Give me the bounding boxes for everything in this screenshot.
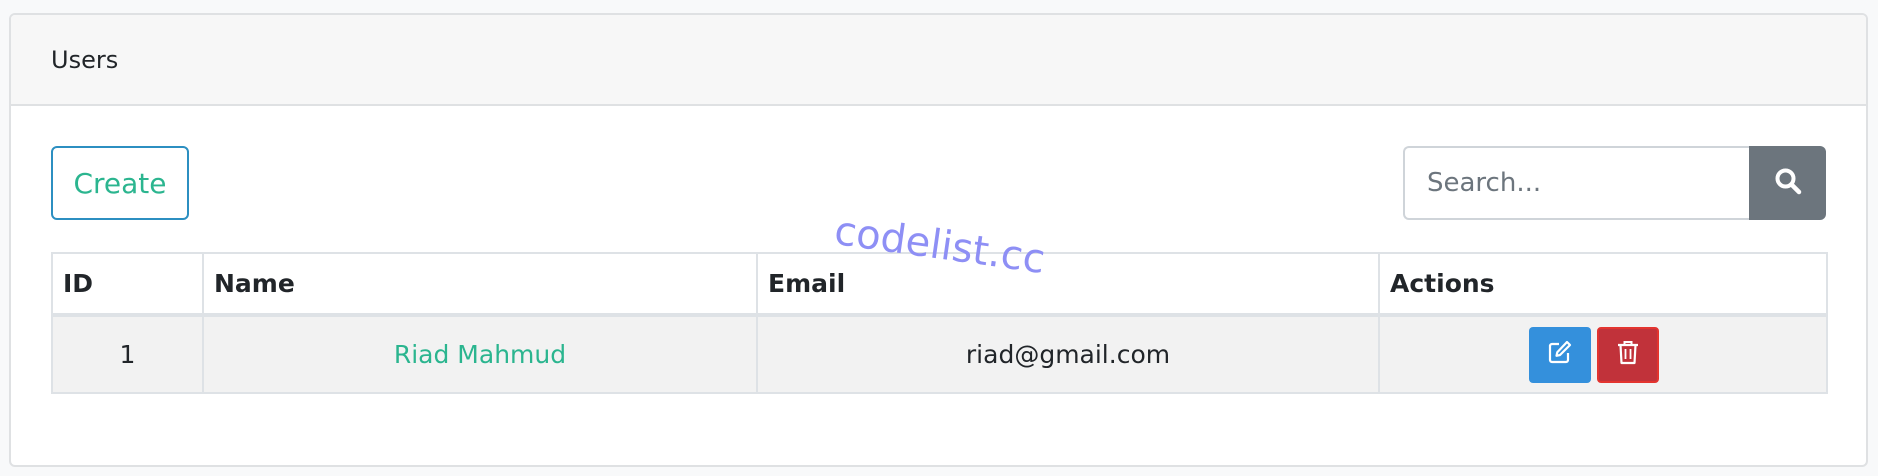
search-group (1403, 146, 1826, 220)
column-header-actions: Actions (1378, 252, 1828, 317)
toolbar: Create (51, 106, 1826, 252)
users-table: ID Name Email Actions 1 Riad Mahmud riad… (51, 252, 1828, 394)
card-body: Create ID Name Email (11, 106, 1866, 394)
cell-email: riad@gmail.com (756, 314, 1380, 394)
search-icon (1774, 167, 1802, 199)
table-row: 1 Riad Mahmud riad@gmail.com (51, 314, 1828, 394)
create-button[interactable]: Create (51, 146, 189, 220)
delete-button[interactable] (1597, 326, 1659, 383)
edit-icon (1547, 339, 1573, 371)
edit-button[interactable] (1529, 326, 1591, 383)
column-header-email: Email (756, 252, 1380, 317)
cell-id: 1 (51, 314, 204, 394)
users-card: Users Create ID N (9, 13, 1868, 467)
card-title: Users (51, 45, 119, 74)
cell-name: Riad Mahmud (202, 314, 758, 394)
card-header: Users (11, 15, 1866, 106)
search-input[interactable] (1403, 146, 1749, 220)
search-button[interactable] (1749, 146, 1826, 220)
table-header-row: ID Name Email Actions (51, 252, 1828, 317)
cell-actions (1378, 314, 1828, 394)
trash-icon (1616, 339, 1640, 371)
column-header-id: ID (51, 252, 204, 317)
column-header-name: Name (202, 252, 758, 317)
user-name-link[interactable]: Riad Mahmud (394, 340, 566, 369)
